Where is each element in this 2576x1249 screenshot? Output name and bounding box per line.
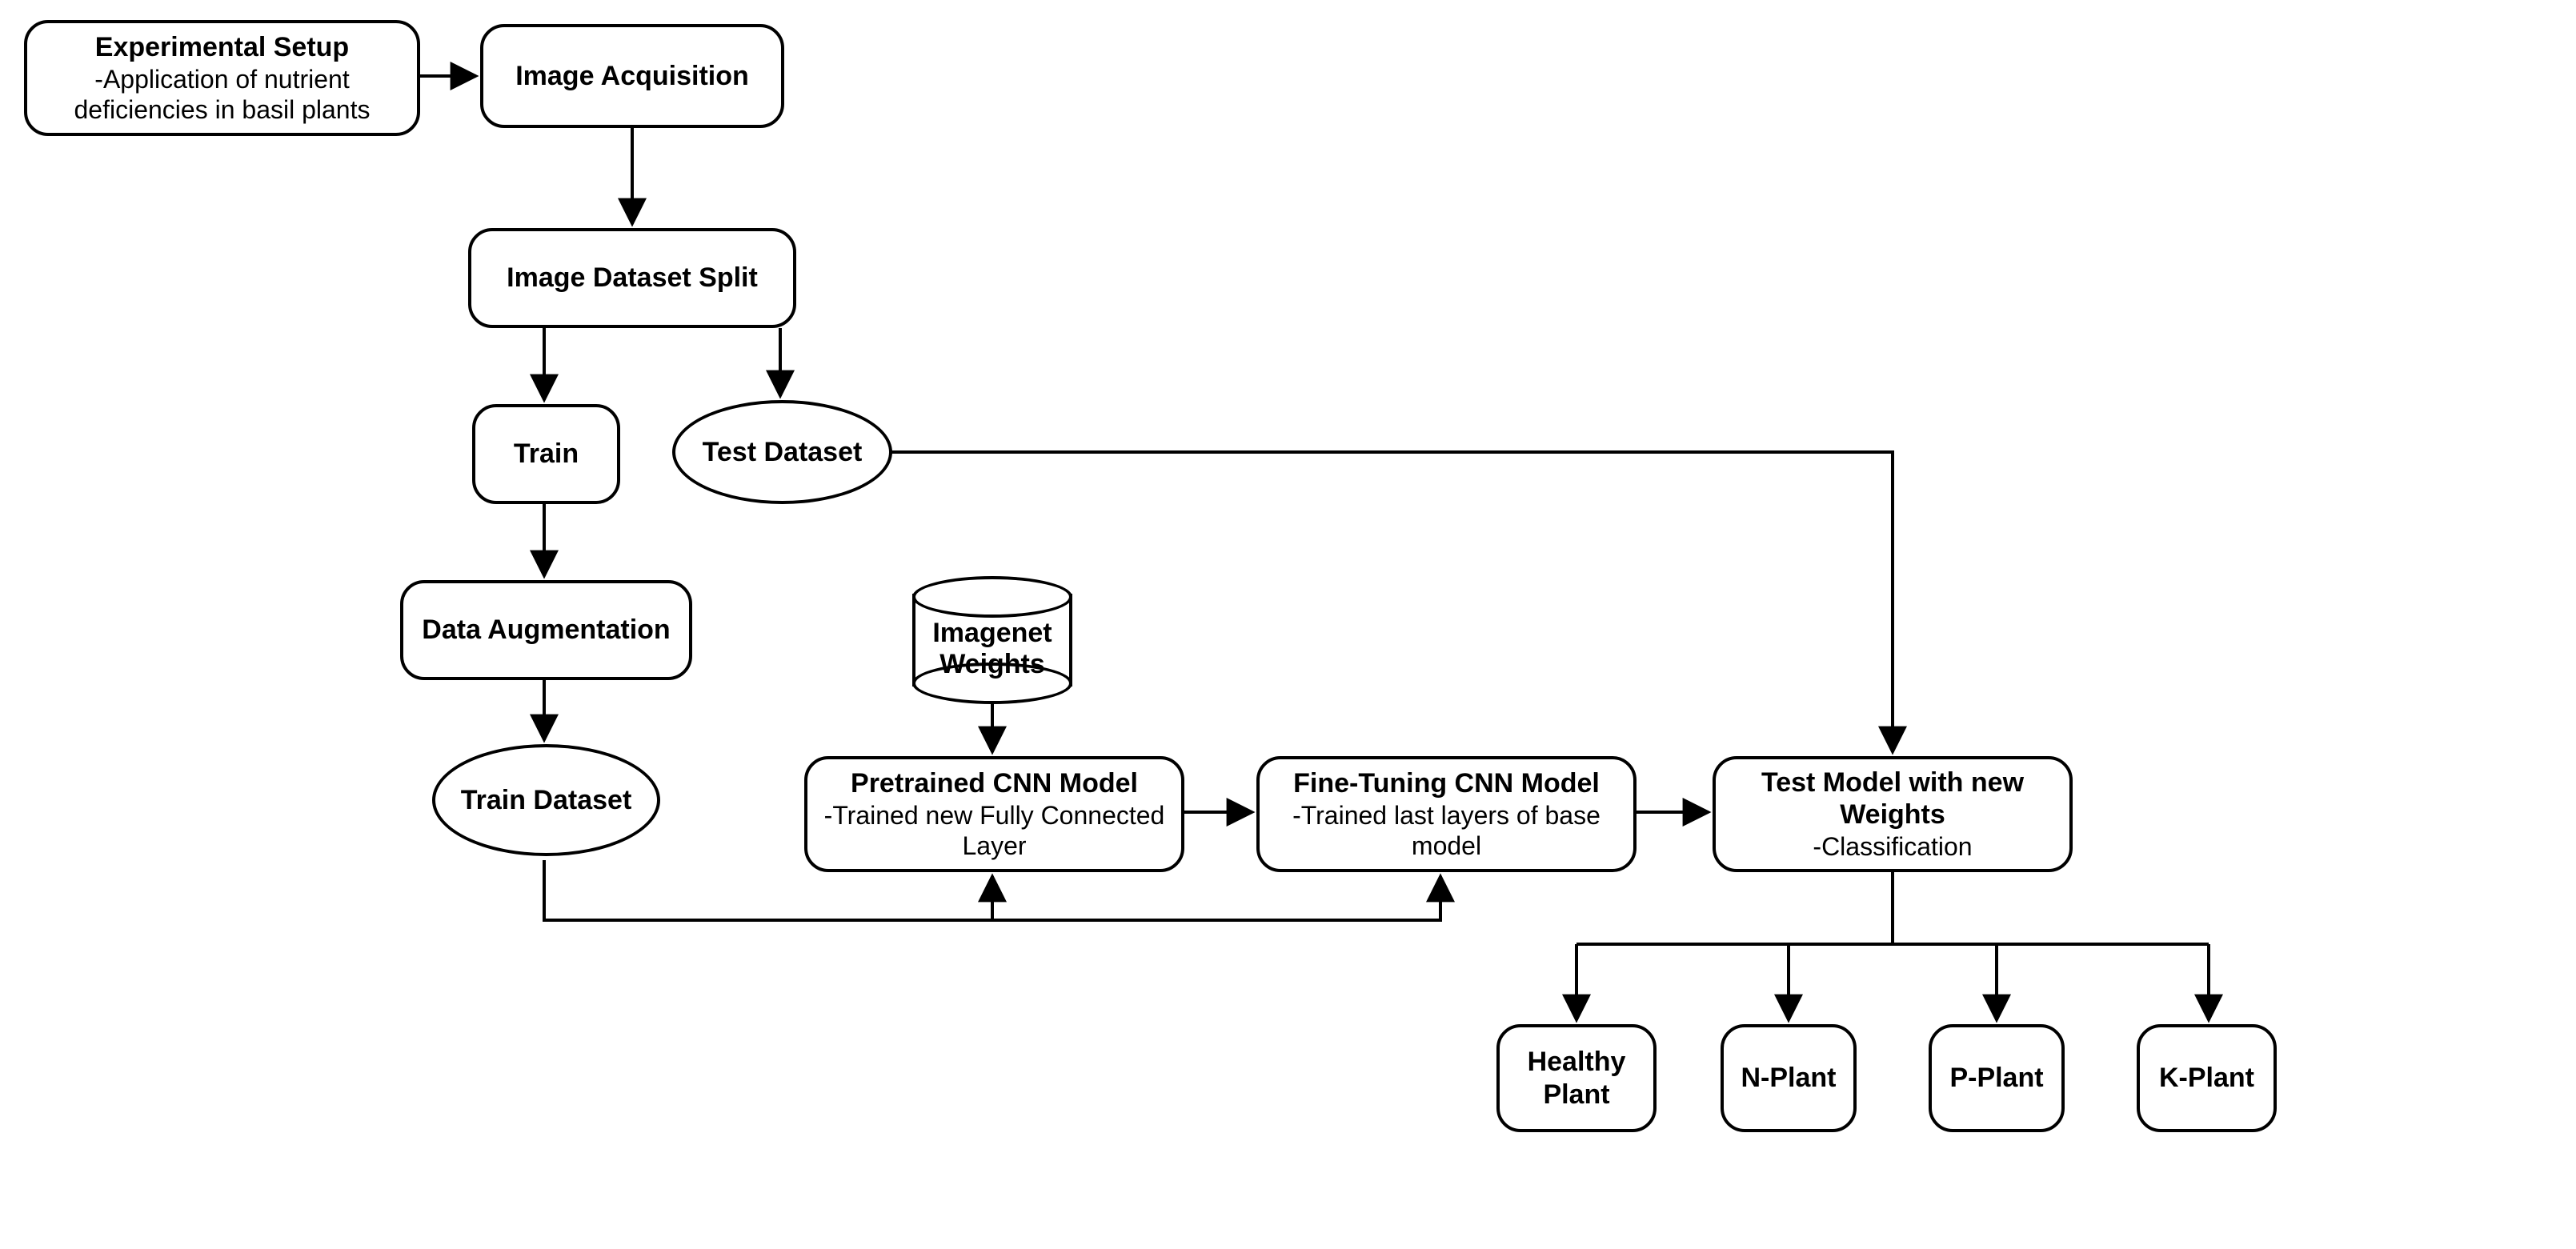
node-title: P-Plant <box>1949 1062 2043 1095</box>
node-fine-tuning-cnn: Fine-Tuning CNN Model -Trained last laye… <box>1256 756 1637 872</box>
node-title: Image Acquisition <box>515 60 749 93</box>
node-train-dataset: Train Dataset <box>432 744 660 856</box>
node-k-plant: K-Plant <box>2137 1024 2277 1132</box>
node-n-plant: N-Plant <box>1721 1024 1857 1132</box>
node-title: Data Augmentation <box>422 614 670 647</box>
node-title: Experimental Setup <box>95 31 349 64</box>
node-test-dataset: Test Dataset <box>672 400 892 504</box>
node-title: Train <box>514 438 579 470</box>
node-title: Imagenet Weights <box>912 618 1072 680</box>
node-title: Train Dataset <box>461 784 632 817</box>
node-experimental-setup: Experimental Setup -Application of nutri… <box>24 20 420 136</box>
flowchart-canvas: Experimental Setup -Application of nutri… <box>0 0 2576 1249</box>
node-title: Fine-Tuning CNN Model <box>1293 767 1600 800</box>
node-title: Pretrained CNN Model <box>851 767 1138 800</box>
node-subtitle: -Trained new Fully Connected Layer <box>823 800 1165 862</box>
node-p-plant: P-Plant <box>1929 1024 2065 1132</box>
node-title: Image Dataset Split <box>507 262 758 294</box>
node-pretrained-cnn: Pretrained CNN Model -Trained new Fully … <box>804 756 1184 872</box>
node-title: K-Plant <box>2159 1062 2254 1095</box>
node-train: Train <box>472 404 620 504</box>
node-imagenet-weights: Imagenet Weights <box>912 576 1072 704</box>
node-title: N-Plant <box>1741 1062 1837 1095</box>
node-subtitle: -Classification <box>1813 831 1972 862</box>
node-image-dataset-split: Image Dataset Split <box>468 228 796 328</box>
node-subtitle: -Application of nutrient deficiencies in… <box>43 64 401 126</box>
node-title: Test Dataset <box>703 436 863 469</box>
node-title: Healthy Plant <box>1516 1046 1637 1111</box>
node-subtitle: -Trained last layers of base model <box>1276 800 1617 862</box>
node-data-augmentation: Data Augmentation <box>400 580 692 680</box>
node-healthy-plant: Healthy Plant <box>1496 1024 1657 1132</box>
node-test-model: Test Model with new Weights -Classificat… <box>1713 756 2073 872</box>
node-image-acquisition: Image Acquisition <box>480 24 784 128</box>
node-title: Test Model with new Weights <box>1732 767 2053 832</box>
